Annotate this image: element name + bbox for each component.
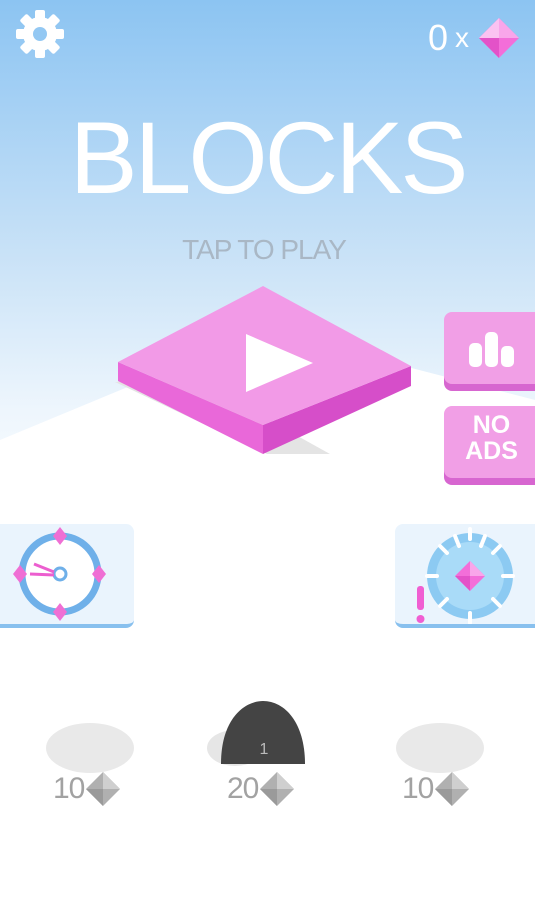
shop-item-3-price: 10	[402, 770, 471, 808]
no-ads-label: NO ADS	[465, 411, 518, 465]
clock-reward-card[interactable]	[0, 524, 134, 628]
price-value: 20	[227, 772, 259, 805]
diamond-gray-icon	[435, 772, 470, 806]
gem-counter: 0 x	[428, 14, 521, 62]
bar-chart-icon	[469, 332, 514, 367]
prize-wheel-card[interactable]	[395, 524, 535, 628]
gem-icon	[479, 18, 519, 58]
gem-count: 0	[427, 17, 449, 58]
settings-button[interactable]	[14, 8, 66, 60]
gem-multiplier-sign: x	[455, 22, 469, 53]
clock-icon	[13, 527, 106, 621]
ball-skin-badge: 1	[260, 741, 269, 758]
exclamation-icon	[416, 586, 425, 623]
shop-item-1-price: 10	[53, 770, 122, 808]
leaderboard-button[interactable]	[444, 312, 535, 384]
gear-icon	[16, 10, 64, 58]
tap-to-play-label: TAP TO PLAY	[182, 234, 347, 265]
shop-item-2-price: 20	[227, 770, 296, 808]
play-button[interactable]	[115, 284, 415, 454]
no-ads-button[interactable]: NO ADS	[444, 406, 535, 478]
diamond-gray-icon	[86, 772, 121, 806]
diamond-gray-icon	[260, 772, 295, 806]
play-block-graphic	[115, 286, 411, 454]
game-title: BLOCKS	[69, 101, 469, 215]
price-value: 10	[53, 772, 85, 805]
price-value: 10	[402, 772, 434, 805]
prize-wheel-icon	[416, 527, 515, 625]
